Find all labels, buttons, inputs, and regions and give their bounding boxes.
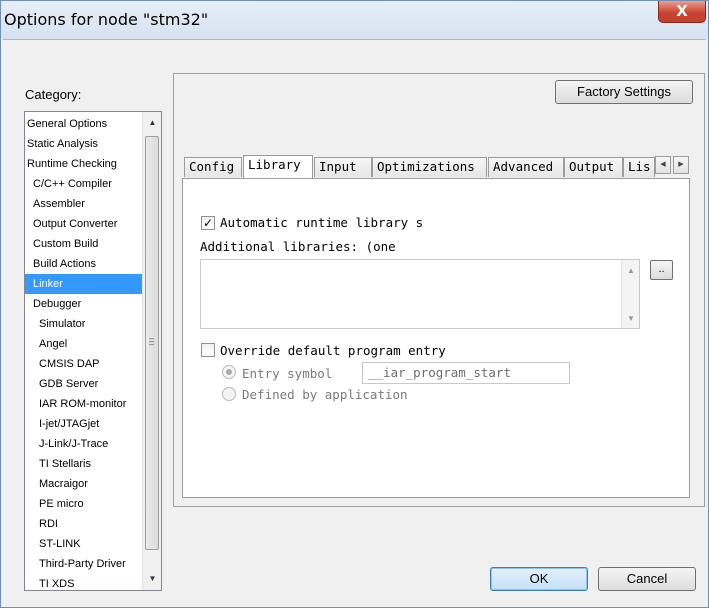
entry-symbol-input[interactable]: __iar_program_start	[362, 362, 570, 384]
scroll-down-icon[interactable]: ▼	[622, 310, 640, 327]
auto-runtime-label: Automatic runtime library s	[220, 215, 424, 230]
category-item[interactable]: Angel	[25, 334, 142, 354]
scroll-up-icon[interactable]: ▲	[622, 262, 640, 279]
close-button[interactable]: X	[658, 1, 706, 23]
scrollbar-thumb[interactable]: – – –	[145, 136, 159, 550]
category-item[interactable]: TI Stellaris	[25, 454, 142, 474]
options-dialog: Options for node "stm32" X Category: Gen…	[0, 0, 709, 608]
title-bar[interactable]: Options for node "stm32" X	[1, 1, 708, 39]
checkmark-icon: ✓	[202, 216, 214, 230]
category-label: Category:	[25, 87, 82, 102]
defined-by-app-radio[interactable]	[222, 387, 236, 401]
factory-settings-button[interactable]: Factory Settings	[555, 80, 693, 104]
category-item[interactable]: GDB Server	[25, 374, 142, 394]
tab-optimizations[interactable]: Optimizations	[372, 157, 487, 177]
category-item[interactable]: Debugger	[25, 294, 142, 314]
cancel-button[interactable]: Cancel	[598, 567, 696, 591]
tab-lis[interactable]: Lis	[623, 157, 655, 177]
category-item[interactable]: Build Actions	[25, 254, 142, 274]
auto-runtime-checkbox[interactable]: ✓	[201, 216, 215, 230]
category-item[interactable]: RDI	[25, 514, 142, 534]
entry-symbol-radio[interactable]	[222, 365, 236, 379]
category-item[interactable]: Simulator	[25, 314, 142, 334]
category-item[interactable]: ST-LINK	[25, 534, 142, 554]
scroll-down-icon[interactable]: ▼	[143, 570, 161, 587]
entry-symbol-label: Entry symbol	[242, 366, 333, 381]
override-entry-checkbox[interactable]	[201, 343, 215, 357]
browse-libraries-button[interactable]: ..	[650, 260, 673, 280]
category-item[interactable]: J-Link/J-Trace	[25, 434, 142, 454]
category-item[interactable]: CMSIS DAP	[25, 354, 142, 374]
tab-advanced[interactable]: Advanced	[488, 157, 564, 177]
libraries-scrollbar[interactable]: ▲ ▼	[621, 260, 639, 328]
additional-libraries-label: Additional libraries: (one	[200, 239, 396, 254]
category-item[interactable]: Assembler	[25, 194, 142, 214]
grip-icon: – – –	[149, 333, 155, 349]
category-item[interactable]: TI XDS	[25, 574, 142, 590]
category-item[interactable]: Output Converter	[25, 214, 142, 234]
defined-by-app-label: Defined by application	[242, 387, 408, 402]
category-item[interactable]: PE micro	[25, 494, 142, 514]
category-item[interactable]: Linker	[25, 274, 142, 294]
category-item[interactable]: Runtime Checking	[25, 154, 142, 174]
window-title: Options for node "stm32"	[4, 10, 209, 29]
category-items: General Options Static Analysis Runtime Ch…	[25, 114, 142, 590]
tab-config[interactable]: Config	[184, 157, 242, 177]
category-item[interactable]: Static Analysis	[25, 134, 142, 154]
tab-library[interactable]: Library	[243, 155, 313, 178]
category-item[interactable]: IAR ROM-monitor	[25, 394, 142, 414]
tab-output[interactable]: Output	[564, 157, 623, 177]
tab-input[interactable]: Input	[314, 157, 372, 177]
category-item[interactable]: I-jet/JTAGjet	[25, 414, 142, 434]
scroll-up-icon[interactable]: ▲	[143, 114, 161, 131]
tab-scroll-left-icon[interactable]: ◀	[655, 156, 671, 174]
additional-libraries-input[interactable]: ▲ ▼	[200, 259, 640, 329]
category-item[interactable]: C/C++ Compiler	[25, 174, 142, 194]
category-list[interactable]: General Options Static Analysis Runtime Ch…	[24, 111, 162, 591]
category-item[interactable]: Third-Party Driver	[25, 554, 142, 574]
category-item[interactable]: Macraigor	[25, 474, 142, 494]
category-scrollbar[interactable]: ▲ – – – ▼	[142, 112, 161, 590]
category-item[interactable]: General Options	[25, 114, 142, 134]
category-item[interactable]: Custom Build	[25, 234, 142, 254]
tab-scroll-right-icon[interactable]: ▶	[673, 156, 689, 174]
override-entry-label: Override default program entry	[220, 343, 446, 358]
ok-button[interactable]: OK	[490, 567, 588, 591]
